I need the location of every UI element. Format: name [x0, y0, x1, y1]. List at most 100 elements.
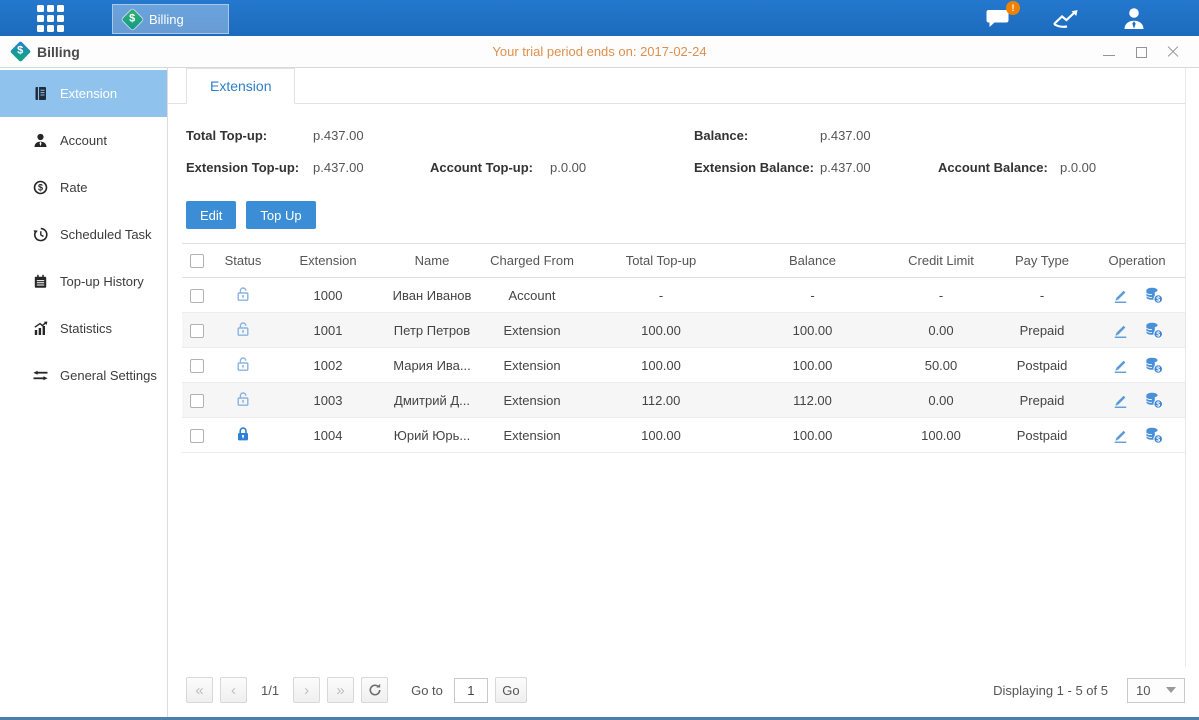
- page-size-value: 10: [1136, 683, 1150, 698]
- svg-text:$: $: [1156, 401, 1160, 408]
- apps-grid-icon[interactable]: [37, 5, 64, 32]
- sidebar-item-label: Rate: [60, 180, 87, 195]
- topup-extension-button[interactable]: $: [1145, 287, 1163, 304]
- cell-balance: 100.00: [740, 313, 885, 348]
- goto-label: Go to: [411, 683, 443, 698]
- cell-pay-type: Prepaid: [997, 383, 1087, 418]
- sidebar-item-extension[interactable]: Extension: [0, 70, 167, 117]
- col-credit-limit: Credit Limit: [885, 244, 997, 278]
- lock-closed-icon: [235, 426, 251, 442]
- lock-open-icon: [235, 356, 251, 372]
- prev-page-button[interactable]: ‹: [220, 677, 247, 703]
- col-extension: Extension: [274, 244, 382, 278]
- edit-extension-button[interactable]: [1112, 322, 1129, 339]
- svg-text:$: $: [38, 183, 43, 193]
- cell-balance: 112.00: [740, 383, 885, 418]
- cell-extension: 1002: [274, 348, 382, 383]
- trial-period-message: Your trial period ends on: 2017-02-24: [220, 44, 979, 59]
- row-checkbox[interactable]: [190, 324, 204, 338]
- cell-credit-limit: 50.00: [885, 348, 997, 383]
- table-row[interactable]: 1000 Иван Иванов Account - - - - $: [182, 278, 1186, 313]
- cell-name: Дмитрий Д...: [382, 383, 482, 418]
- row-checkbox[interactable]: [190, 359, 204, 373]
- sidebar-item-label: Account: [60, 133, 107, 148]
- notification-badge: !: [1006, 1, 1020, 15]
- row-checkbox[interactable]: [190, 394, 204, 408]
- main-content: Extension Total Top-up: p.437.00 Balance…: [168, 68, 1199, 717]
- edit-button[interactable]: Edit: [186, 201, 236, 229]
- col-name: Name: [382, 244, 482, 278]
- edit-extension-button[interactable]: [1112, 392, 1129, 409]
- scheduled-task-icon: [33, 227, 48, 242]
- edit-extension-button[interactable]: [1112, 287, 1129, 304]
- goto-page-input[interactable]: [454, 678, 488, 703]
- minimize-button[interactable]: [1103, 46, 1115, 58]
- next-page-button[interactable]: ›: [293, 677, 320, 703]
- cell-credit-limit: -: [885, 278, 997, 313]
- cell-total-topup: 100.00: [582, 313, 740, 348]
- billing-app-icon: $: [122, 8, 143, 29]
- col-charged-from: Charged From: [482, 244, 582, 278]
- last-page-button[interactable]: »: [327, 677, 354, 703]
- table-row[interactable]: 1002 Мария Ива... Extension 100.00 100.0…: [182, 348, 1186, 383]
- statistics-chart-button[interactable]: [1051, 7, 1081, 29]
- first-page-button[interactable]: «: [186, 677, 213, 703]
- sidebar-item-general-settings[interactable]: General Settings: [0, 352, 167, 399]
- tab-extension[interactable]: Extension: [186, 68, 295, 104]
- table-row[interactable]: 1001 Петр Петров Extension 100.00 100.00…: [182, 313, 1186, 348]
- cell-charged-from: Extension: [482, 313, 582, 348]
- top-up-button[interactable]: Top Up: [246, 201, 315, 229]
- refresh-button[interactable]: [361, 677, 388, 703]
- sidebar-item-topup-history[interactable]: Top-up History: [0, 258, 167, 305]
- cell-pay-type: Postpaid: [997, 348, 1087, 383]
- taskbar-billing-tab[interactable]: $ Billing: [112, 4, 229, 34]
- total-topup-value: p.437.00: [313, 128, 430, 143]
- sidebar-item-rate[interactable]: $ Rate: [0, 164, 167, 211]
- sidebar-item-account[interactable]: Account: [0, 117, 167, 164]
- window-titlebar: $ Billing Your trial period ends on: 201…: [0, 36, 1199, 68]
- row-checkbox[interactable]: [190, 289, 204, 303]
- edit-extension-button[interactable]: [1112, 427, 1129, 444]
- select-all-checkbox[interactable]: [190, 254, 204, 268]
- notifications-button[interactable]: !: [984, 7, 1011, 29]
- sidebar-item-label: Extension: [60, 86, 117, 101]
- cell-balance: -: [740, 278, 885, 313]
- cell-credit-limit: 0.00: [885, 383, 997, 418]
- edit-extension-button[interactable]: [1112, 357, 1129, 374]
- cell-credit-limit: 100.00: [885, 418, 997, 453]
- sidebar-item-label: General Settings: [60, 368, 157, 383]
- balance-label: Balance:: [694, 128, 820, 143]
- sidebar-item-scheduled-task[interactable]: Scheduled Task: [0, 211, 167, 258]
- col-total-topup: Total Top-up: [582, 244, 740, 278]
- table-row[interactable]: 1004 Юрий Юрь... Extension 100.00 100.00…: [182, 418, 1186, 453]
- maximize-button[interactable]: [1135, 46, 1147, 58]
- cell-name: Петр Петров: [382, 313, 482, 348]
- page-indicator: 1/1: [261, 683, 279, 698]
- topup-extension-button[interactable]: $: [1145, 322, 1163, 339]
- go-button[interactable]: Go: [495, 677, 527, 703]
- table-row[interactable]: 1003 Дмитрий Д... Extension 112.00 112.0…: [182, 383, 1186, 418]
- sidebar-item-label: Scheduled Task: [60, 227, 152, 242]
- sidebar-item-statistics[interactable]: Statistics: [0, 305, 167, 352]
- close-button[interactable]: [1167, 46, 1179, 58]
- sidebar: Extension Account $ Rate: [0, 68, 168, 717]
- page-size-select[interactable]: 10: [1127, 678, 1185, 703]
- row-checkbox[interactable]: [190, 429, 204, 443]
- cell-extension: 1003: [274, 383, 382, 418]
- cell-charged-from: Extension: [482, 348, 582, 383]
- cell-charged-from: Extension: [482, 383, 582, 418]
- topup-history-icon: [33, 274, 48, 289]
- cell-charged-from: Account: [482, 278, 582, 313]
- lock-open-icon: [235, 391, 251, 407]
- col-pay-type: Pay Type: [997, 244, 1087, 278]
- account-balance-label: Account Balance:: [938, 160, 1060, 175]
- account-menu-button[interactable]: [1121, 6, 1147, 30]
- cell-balance: 100.00: [740, 348, 885, 383]
- topup-extension-button[interactable]: $: [1145, 357, 1163, 374]
- cell-credit-limit: 0.00: [885, 313, 997, 348]
- billing-summary: Total Top-up: p.437.00 Balance: p.437.00…: [186, 128, 1185, 175]
- cell-extension: 1004: [274, 418, 382, 453]
- topup-extension-button[interactable]: $: [1145, 392, 1163, 409]
- topup-extension-button[interactable]: $: [1145, 427, 1163, 444]
- col-balance: Balance: [740, 244, 885, 278]
